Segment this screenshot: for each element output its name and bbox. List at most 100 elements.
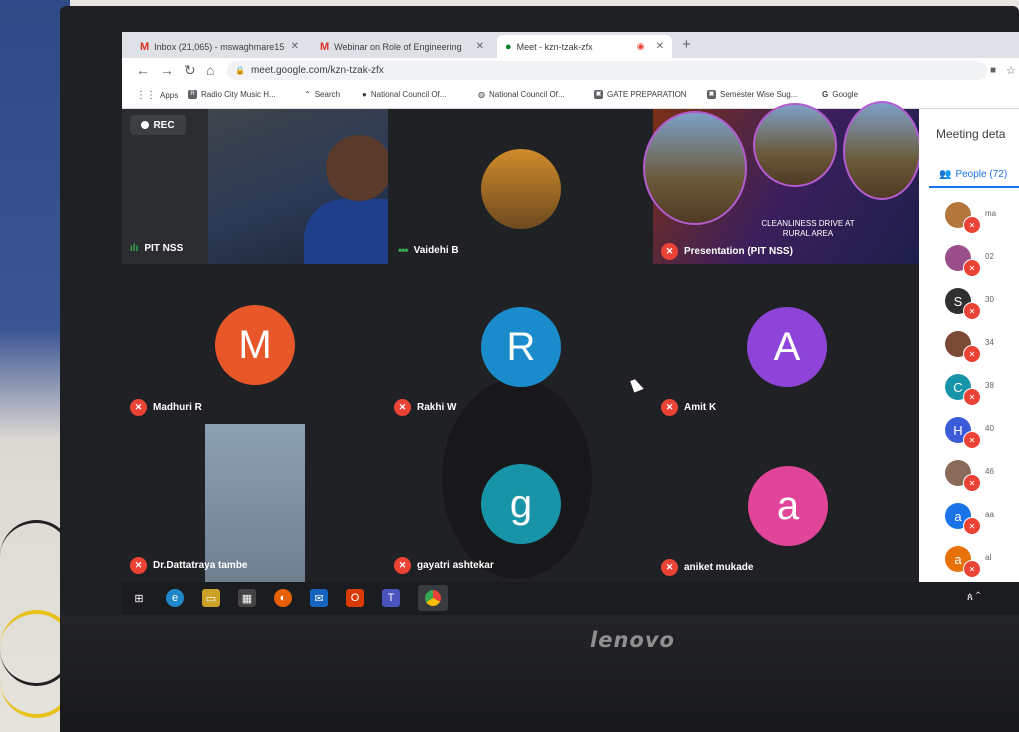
bookmark-radio-city[interactable]: R Radio City Music H... <box>188 90 276 99</box>
presentation-tile[interactable]: CLEANLINESS DRIVE AT RURAL AREA ✕ Present… <box>643 101 921 264</box>
bookmark-ncert-2[interactable]: ◍ National Council Of... <box>478 90 565 99</box>
gmail-icon: M <box>140 40 150 53</box>
more-dots-icon: ••• <box>398 243 409 257</box>
chrome-logo-icon <box>425 590 441 606</box>
forward-icon[interactable]: → <box>160 62 174 78</box>
tab-inbox[interactable]: M Inbox (21,065) - mswaghmare15 ✕ <box>132 35 307 58</box>
home-icon[interactable]: ⌂ <box>206 62 214 78</box>
bookmark-semester[interactable]: ▣ Semester Wise Sug... <box>707 90 797 99</box>
slide-photo <box>753 103 837 187</box>
participant-tile[interactable]: REC ılı PIT NSS <box>122 109 434 264</box>
recording-indicator-icon: ◉ <box>636 41 645 51</box>
laptop-brand-logo: lenovo <box>590 628 675 652</box>
participant-tile[interactable]: M ✕ Madhuri R <box>122 267 386 422</box>
participant-avatar[interactable]: g <box>481 464 561 544</box>
mic-off-icon: ✕ <box>963 216 981 234</box>
people-row[interactable]: ✕ ma <box>945 202 1019 236</box>
address-input[interactable]: 🔒 meet.google.com/kzn-tzak-zfx <box>227 61 987 80</box>
back-icon[interactable]: ← <box>136 62 150 78</box>
lock-icon: 🔒 <box>235 66 245 75</box>
participant-name: ✕ Dr.Dattatraya tambe <box>130 557 247 574</box>
panel-title: Meeting deta <box>936 127 1006 141</box>
tab-meet[interactable]: ● Meet - kzn-tzak-zfx ◉ ✕ <box>497 35 672 58</box>
meet-icon: ● <box>505 40 512 53</box>
tab-webinar[interactable]: M Webinar on Role of Engineering ✕ <box>312 35 492 58</box>
rec-badge: REC <box>130 115 186 135</box>
people-icon: 👥 <box>939 169 952 180</box>
system-tray-icon[interactable]: ጰ ⌃ <box>967 592 980 603</box>
mic-off-icon: ✕ <box>661 559 678 576</box>
speaking-icon: ılı <box>130 243 139 254</box>
star-icon[interactable]: ☆ <box>1006 64 1016 77</box>
close-icon[interactable]: ✕ <box>656 41 664 52</box>
bookmark-google[interactable]: G Google <box>822 90 858 99</box>
mic-off-icon: ✕ <box>963 474 981 492</box>
windows-icon[interactable]: ⊞ <box>130 589 148 607</box>
participant-avatar[interactable]: a <box>748 466 828 546</box>
people-row[interactable]: ✕ 34 <box>945 331 1019 365</box>
new-tab-icon[interactable]: + <box>682 36 691 53</box>
bookmark-apps[interactable]: ⋮⋮ Apps <box>136 90 178 101</box>
store-icon[interactable]: ▦ <box>238 589 256 607</box>
participant-avatar: R <box>481 307 561 387</box>
apps-grid-icon: ⋮⋮ <box>136 90 156 101</box>
participant-avatar: M <box>215 305 295 385</box>
participant-name: ılı PIT NSS <box>130 243 184 254</box>
slide-photo <box>643 111 747 225</box>
mic-off-icon: ✕ <box>661 399 678 416</box>
people-row[interactable]: a ✕ aa <box>945 503 1019 537</box>
bookmark-search[interactable]: ⌃ Search <box>304 90 340 99</box>
participant-tile[interactable]: A ✕ Amit K <box>653 267 917 422</box>
close-icon[interactable]: ✕ <box>476 41 484 52</box>
camera-icon[interactable]: ■ <box>990 65 996 76</box>
browser-tab-bar: M Inbox (21,065) - mswaghmare15 ✕ M Webi… <box>122 32 1019 58</box>
search-icon: ⌃ <box>304 90 311 99</box>
participant-name: ✕ Presentation (PIT NSS) <box>661 243 793 260</box>
participant-tile[interactable]: R ✕ Rakhi W <box>388 267 652 422</box>
participant-name: ✕ gayatri ashtekar <box>394 557 494 574</box>
firefox-icon[interactable]: ◐ <box>274 589 292 607</box>
people-row[interactable]: S ✕ 30 <box>945 288 1019 322</box>
mic-off-icon: ✕ <box>661 243 678 260</box>
participant-name: ✕ Rakhi W <box>394 399 456 416</box>
bookmark-gate[interactable]: ▣ GATE PREPARATION <box>594 90 687 99</box>
reload-icon[interactable]: ↻ <box>184 62 196 79</box>
participant-tile[interactable]: ••• Vaidehi B <box>388 109 652 264</box>
mail-icon[interactable]: ✉ <box>310 589 328 607</box>
globe-icon: ◍ <box>478 90 485 99</box>
teams-icon[interactable]: T <box>382 589 400 607</box>
tab-label: Meet - kzn-tzak-zfx <box>516 41 593 52</box>
participant-name: ✕ Madhuri R <box>130 399 202 416</box>
address-bar-row: ← → ↻ ⌂ 🔒 meet.google.com/kzn-tzak-zfx ■… <box>122 58 1019 84</box>
laptop-screen: M Inbox (21,065) - mswaghmare15 ✕ M Webi… <box>122 32 1019 615</box>
mic-off-icon: ✕ <box>963 345 981 363</box>
slide-photo <box>843 101 921 200</box>
participant-video <box>208 109 434 264</box>
participant-thumbnail <box>481 149 561 229</box>
people-row[interactable]: ✕ 46 <box>945 460 1019 494</box>
tab-people[interactable]: 👥 People (72) <box>939 169 1007 180</box>
people-row[interactable]: H ✕ 40 <box>945 417 1019 451</box>
meet-grid: REC ılı PIT NSS ••• Vaidehi B CLEANLINESS … <box>122 101 921 582</box>
people-row[interactable]: ✕ 02 <box>945 245 1019 279</box>
participant-name: ✕ aniket mukade <box>661 559 753 576</box>
mic-off-icon: ✕ <box>394 399 411 416</box>
office-icon[interactable]: O <box>346 589 364 607</box>
file-explorer-icon[interactable]: ▭ <box>202 589 220 607</box>
mic-off-icon: ✕ <box>394 557 411 574</box>
people-row[interactable]: a ✕ al <box>945 546 1019 580</box>
edge-icon[interactable]: e <box>166 589 184 607</box>
mic-off-icon: ✕ <box>963 259 981 277</box>
mic-off-icon: ✕ <box>130 399 147 416</box>
google-icon: G <box>822 90 829 99</box>
laptop-bezel <box>60 615 1019 732</box>
chrome-icon[interactable] <box>418 585 448 611</box>
mic-off-icon: ✕ <box>963 431 981 449</box>
people-row[interactable]: C ✕ 38 <box>945 374 1019 408</box>
close-icon[interactable]: ✕ <box>291 41 299 52</box>
gate-icon: ▣ <box>594 90 603 99</box>
participant-name: ••• Vaidehi B <box>398 243 459 257</box>
participant-avatar: A <box>747 307 827 387</box>
bookmark-ncert-1[interactable]: ● National Council Of... <box>362 90 446 99</box>
mic-off-icon: ✕ <box>130 557 147 574</box>
